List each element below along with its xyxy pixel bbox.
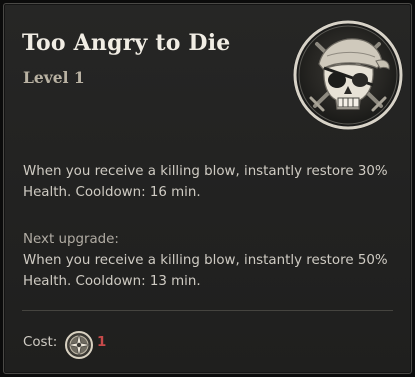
upgrade-line: When you receive a killing blow, instant… — [23, 253, 388, 268]
description-line: Health. Cooldown: 16 min. — [23, 185, 201, 200]
ability-level: Level 1 — [23, 68, 85, 87]
cost-label: Cost: — [23, 335, 58, 350]
description-line: When you receive a killing blow, instant… — [23, 164, 388, 179]
ability-description: When you receive a killing blow, instant… — [23, 161, 388, 203]
next-upgrade-label: Next upgrade: — [23, 232, 119, 247]
upgrade-line: Health. Cooldown: 13 min. — [23, 274, 201, 289]
cost-value: 1 — [97, 335, 107, 350]
compass-token-icon — [65, 331, 93, 359]
ability-title: Too Angry to Die — [22, 30, 231, 56]
pirate-skull-icon — [293, 20, 403, 130]
ability-tooltip: Too Angry to Die Level 1 When you receiv… — [3, 3, 412, 374]
next-upgrade-description: When you receive a killing blow, instant… — [23, 250, 388, 292]
divider — [22, 310, 393, 311]
